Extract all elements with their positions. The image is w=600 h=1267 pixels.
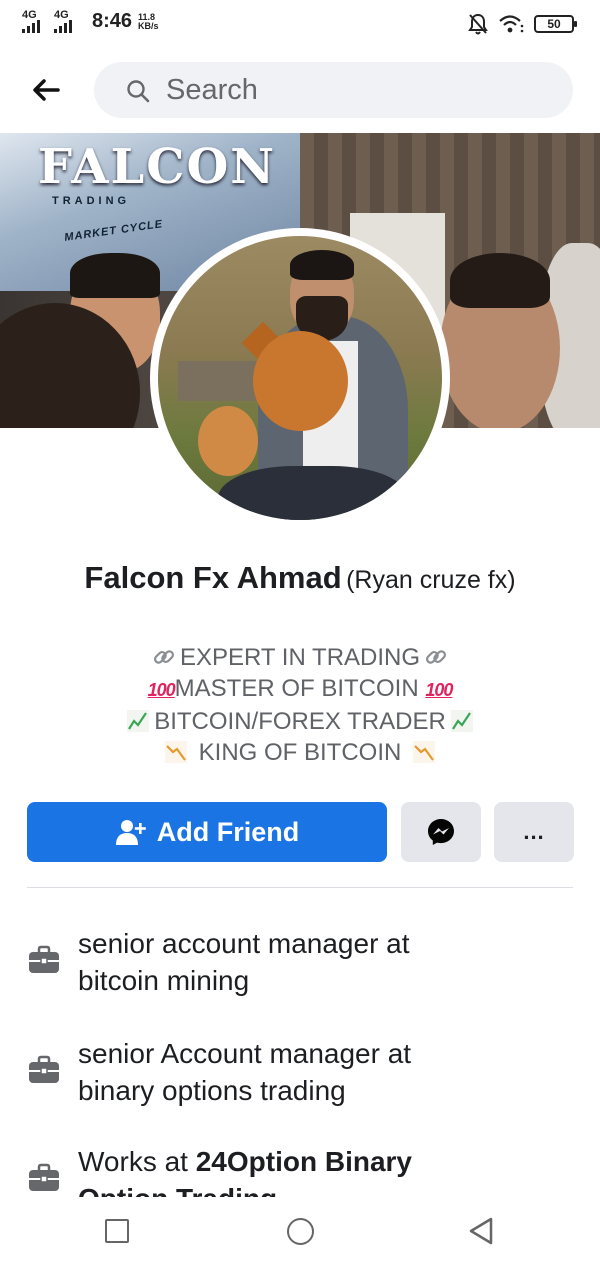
avatar-hair: [290, 250, 354, 280]
add-friend-label: Add Friend: [156, 816, 300, 847]
cover-person-hair: [450, 253, 550, 308]
bio-text-1: EXPERT IN TRADING: [179, 644, 421, 671]
bio-line-2: 100MASTER OF BITCOIN 100: [0, 673, 600, 706]
status-bar: 4G 4G 8:46 11.8 KB/s 50: [0, 0, 600, 44]
profile-avatar[interactable]: [150, 228, 450, 528]
speed-unit: KB/s: [138, 20, 159, 31]
chart-up-icon: [126, 709, 150, 733]
work-company[interactable]: 24Option Binary: [196, 1146, 412, 1177]
work-line-2: bitcoin mining: [78, 965, 250, 996]
link-icon: [424, 645, 448, 669]
work-line-1: senior account manager at: [78, 928, 410, 959]
signal-2-icon: 4G: [54, 9, 84, 33]
hundred-points-icon: 100: [425, 680, 453, 700]
search-input[interactable]: [166, 74, 546, 106]
battery-icon: 50: [534, 15, 577, 33]
status-time: 8:46: [92, 10, 133, 32]
bio-line-4: KING OF BITCOIN: [0, 737, 600, 768]
bio-line-3: BITCOIN/FOREX TRADER: [0, 706, 600, 737]
bio-text-2: MASTER OF BITCOIN: [174, 675, 419, 702]
wifi-icon: [499, 15, 524, 33]
work-list: senior account manager at bitcoin mining…: [0, 905, 600, 1197]
briefcase-icon: [29, 1163, 59, 1191]
bio-text-3: BITCOIN/FOREX TRADER: [154, 708, 446, 735]
arrow-left-icon[interactable]: [30, 74, 62, 106]
work-text: senior account manager at bitcoin mining: [78, 925, 578, 999]
hundred-points-icon: 100: [147, 680, 176, 700]
work-text: Works at 24Option Binary Option Trading: [78, 1143, 578, 1197]
messenger-icon: [428, 819, 454, 845]
cover-screen-caption: MARKET CYCLE: [63, 218, 164, 244]
work-line-2: binary options trading: [78, 1075, 346, 1106]
top-bar: [0, 56, 600, 122]
avatar-jeans: [218, 466, 408, 520]
chart-down-icon: [412, 740, 436, 764]
work-company-cont[interactable]: Option Trading: [78, 1183, 277, 1197]
work-text: senior Account manager at binary options…: [78, 1035, 578, 1109]
search-icon: [127, 80, 150, 103]
profile-alternate-name: (Ryan cruze fx): [346, 566, 516, 594]
profile-main-name: Falcon Fx Ahmad: [84, 560, 342, 595]
cover-logo-sub: TRADING: [52, 195, 131, 207]
status-left: 4G 4G 8:46 11.8 KB/s: [22, 9, 159, 33]
more-dots-icon: ...: [523, 819, 545, 844]
avatar-photo: [158, 236, 442, 520]
mute-icon: [468, 13, 488, 35]
profile-name: Falcon Fx Ahmad (Ryan cruze fx): [0, 560, 600, 596]
work-line-2: Option Trading: [78, 1180, 578, 1197]
briefcase-icon: [29, 945, 59, 973]
message-button[interactable]: [401, 802, 481, 862]
signal-1-icon: 4G: [22, 9, 52, 33]
avatar-dog: [198, 406, 258, 476]
work-line-1: senior Account manager at: [78, 1038, 412, 1069]
home-circle-icon[interactable]: [287, 1218, 314, 1245]
search-box[interactable]: [94, 62, 573, 118]
link-icon: [152, 645, 176, 669]
status-right: 50: [468, 13, 577, 35]
cover-person-hair: [70, 253, 160, 298]
bio-line-1: EXPERT IN TRADING: [0, 642, 600, 673]
back-triangle-icon[interactable]: [467, 1216, 495, 1246]
work-line-1: Works at 24Option Binary: [78, 1143, 578, 1180]
cover-logo-text: FALCON: [38, 139, 277, 195]
add-friend-button[interactable]: Add Friend: [27, 802, 387, 862]
more-options-button[interactable]: ...: [494, 802, 574, 862]
briefcase-icon: [29, 1055, 59, 1083]
bio-text-4: KING OF BITCOIN: [198, 739, 402, 766]
system-nav-bar: [0, 1197, 600, 1267]
avatar-dog: [253, 331, 348, 431]
network-speed: 11.8 KB/s: [138, 12, 159, 31]
recents-square-icon[interactable]: [105, 1219, 129, 1243]
add-friend-icon: [115, 820, 146, 845]
chart-up-icon: [450, 709, 474, 733]
chart-down-icon: [164, 740, 188, 764]
profile-bio: EXPERT IN TRADING 100MASTER OF BITCOIN 1…: [0, 642, 600, 768]
section-divider: [27, 887, 573, 888]
work-prefix: Works at: [78, 1146, 196, 1177]
